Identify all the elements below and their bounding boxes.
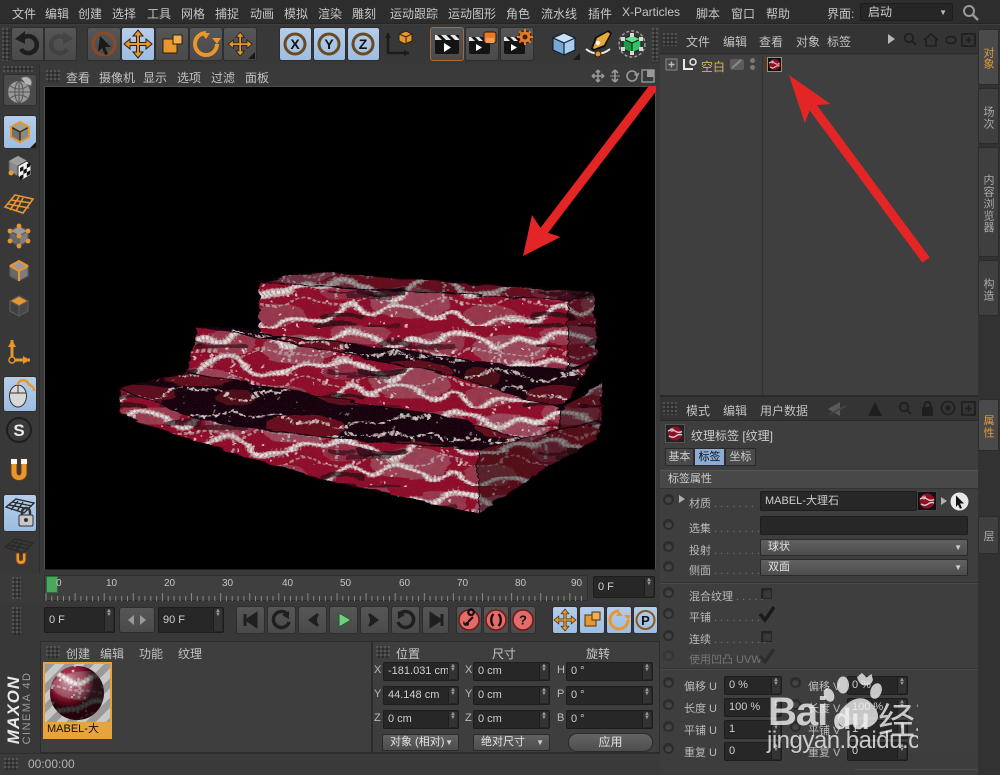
svg-text:Y: Y: [324, 36, 334, 52]
svg-text:Z: Z: [359, 36, 368, 52]
svg-text:?: ?: [519, 613, 527, 628]
svg-text:X: X: [290, 36, 300, 52]
svg-text:S: S: [13, 421, 24, 440]
svg-text:P: P: [641, 613, 650, 628]
